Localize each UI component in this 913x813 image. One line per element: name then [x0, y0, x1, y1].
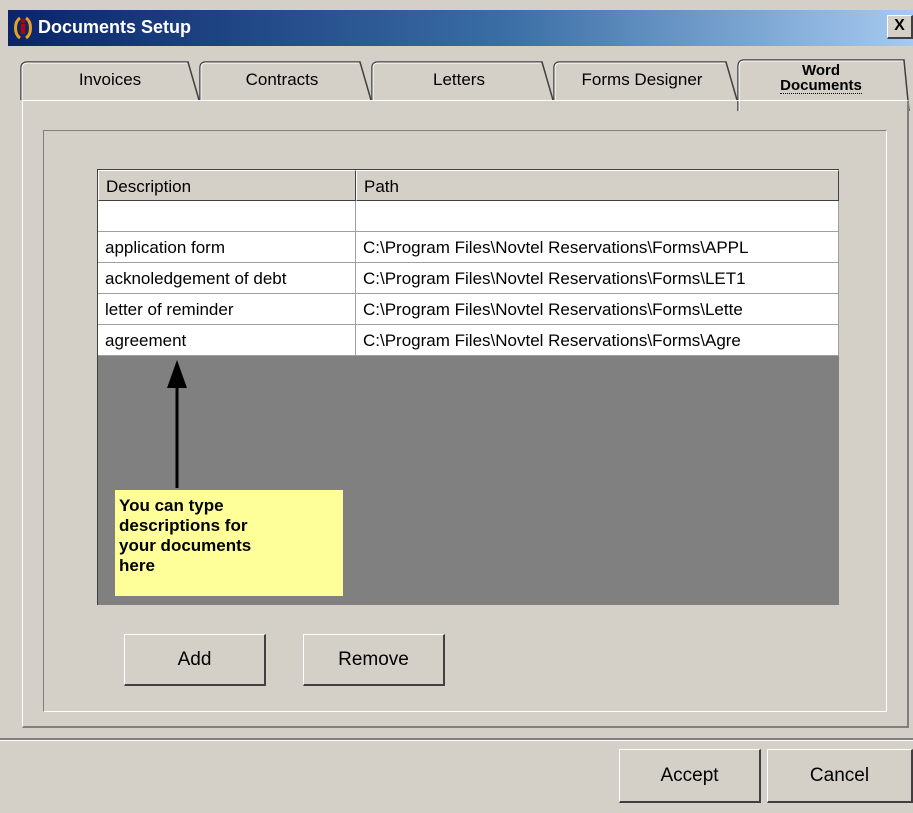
close-button[interactable]: X: [887, 15, 913, 39]
description-cell[interactable]: acknoledgement of debt: [98, 263, 356, 294]
tab-letters-label: Letters: [433, 70, 485, 89]
grid-header: Description Path: [98, 170, 839, 201]
table-row[interactable]: [98, 201, 839, 232]
app-logo-icon: [14, 16, 32, 40]
arrow-up-icon: [167, 360, 187, 488]
add-button-label: Add: [177, 648, 212, 670]
divider: [0, 738, 913, 741]
column-header-description[interactable]: Description: [98, 170, 356, 201]
note-line: You can type: [119, 496, 224, 515]
tab-contracts-label: Contracts: [245, 70, 319, 89]
tab-word-documents-label-line1: Word: [801, 61, 841, 79]
description-cell[interactable]: [98, 201, 356, 232]
remove-button-label: Remove: [338, 648, 409, 670]
path-cell[interactable]: C:\Program Files\Novtel Reservations\For…: [356, 232, 839, 263]
path-cell[interactable]: C:\Program Files\Novtel Reservations\For…: [356, 325, 839, 356]
remove-button[interactable]: Remove: [303, 634, 445, 686]
cancel-button-label: Cancel: [809, 764, 870, 786]
note-line: descriptions for: [119, 516, 248, 535]
path-cell[interactable]: C:\Program Files\Novtel Reservations\For…: [356, 263, 839, 294]
accept-button[interactable]: Accept: [619, 749, 761, 803]
note-line: here: [119, 556, 155, 575]
table-row[interactable]: agreement C:\Program Files\Novtel Reserv…: [98, 325, 839, 356]
path-cell[interactable]: C:\Program Files\Novtel Reservations\For…: [356, 294, 839, 325]
documents-setup-window: Documents Setup X Invoices Contracts Let…: [0, 0, 913, 813]
tab-forms-designer-label: Forms Designer: [581, 70, 703, 89]
tab-letters[interactable]: Letters: [364, 60, 554, 101]
tab-invoices-label: Invoices: [78, 70, 142, 89]
tab-word-documents-label-line2: Documents: [780, 76, 862, 94]
description-cell[interactable]: letter of reminder: [98, 294, 356, 325]
close-icon: X: [894, 17, 905, 34]
title-bar[interactable]: Documents Setup X: [8, 10, 913, 46]
table-row[interactable]: application form C:\Program Files\Novtel…: [98, 232, 839, 263]
tab-invoices[interactable]: Invoices: [20, 60, 200, 101]
accept-button-label: Accept: [660, 764, 719, 786]
window-title: Documents Setup: [38, 17, 192, 37]
description-cell[interactable]: agreement: [98, 325, 356, 356]
path-cell[interactable]: [356, 201, 839, 232]
tab-contracts[interactable]: Contracts: [192, 60, 372, 101]
table-row[interactable]: acknoledgement of debt C:\Program Files\…: [98, 263, 839, 294]
note-line: your documents: [119, 536, 252, 555]
column-header-path[interactable]: Path: [356, 170, 839, 201]
add-button[interactable]: Add: [124, 634, 266, 686]
cancel-button[interactable]: Cancel: [767, 749, 913, 803]
annotation-note: You can type descriptions for your docum…: [114, 489, 344, 597]
tab-forms-designer[interactable]: Forms Designer: [546, 60, 738, 101]
description-cell[interactable]: application form: [98, 232, 356, 263]
table-row[interactable]: letter of reminder C:\Program Files\Novt…: [98, 294, 839, 325]
